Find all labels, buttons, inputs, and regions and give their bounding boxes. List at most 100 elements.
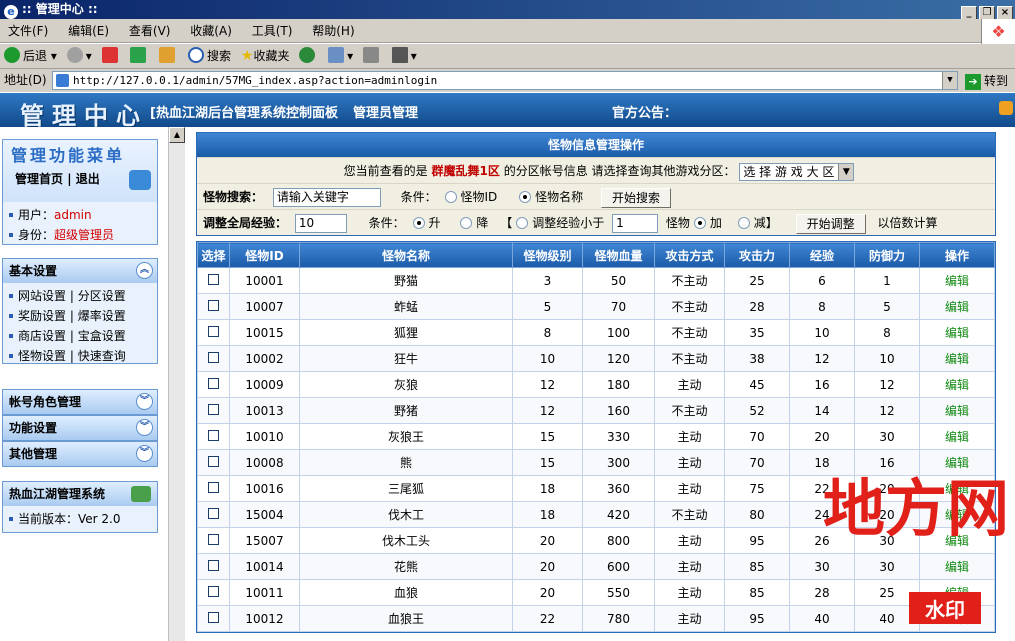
radio-less-than[interactable]	[516, 217, 529, 229]
menu-view[interactable]: 查看(V)	[121, 24, 179, 38]
watermark: 地方网 水印	[823, 472, 1009, 624]
admin-manage-link[interactable]: 管理员管理	[353, 102, 418, 121]
account-role-header[interactable]: 帐号角色管理 ︾	[3, 390, 157, 414]
edit-link[interactable]: 编辑	[945, 326, 969, 340]
cell-attack: 85	[724, 553, 790, 580]
chevron-down-icon[interactable]: ︾	[136, 419, 153, 436]
header-cube-icon	[999, 101, 1013, 115]
row-checkbox[interactable]	[208, 403, 219, 415]
edit-page-button[interactable]: ▾	[391, 44, 417, 69]
edit-link[interactable]: 编辑	[945, 300, 969, 314]
radio-sub-label: 减】	[753, 216, 778, 230]
basic-settings-header[interactable]: 基本设置 ︽	[3, 259, 157, 283]
menu-decor-icon	[129, 170, 151, 190]
row-checkbox[interactable]	[208, 273, 219, 285]
row-checkbox-cell	[197, 527, 230, 554]
less-input[interactable]: 1	[612, 214, 659, 233]
cell-monster-name: 伐木工头	[299, 527, 513, 554]
row-checkbox[interactable]	[208, 585, 219, 597]
row-checkbox[interactable]	[208, 455, 219, 467]
col-exp: 经验	[789, 242, 855, 268]
cell-monster-name: 血狼王	[299, 605, 513, 632]
radio-add[interactable]	[693, 217, 706, 229]
print-button[interactable]	[362, 44, 382, 69]
mail-button[interactable]: ▾	[328, 44, 353, 69]
watermark-stamp-text: 水印	[925, 598, 965, 622]
row-checkbox[interactable]	[208, 481, 219, 493]
address-dropdown-icon[interactable]: ▼	[942, 72, 957, 89]
refresh-button[interactable]	[130, 44, 149, 69]
other-manage-header[interactable]: 其他管理 ︾	[3, 442, 157, 466]
role-value: 超级管理员	[54, 228, 115, 242]
chevron-up-icon[interactable]: ︽	[136, 262, 153, 279]
row-checkbox[interactable]	[208, 351, 219, 363]
chevron-down-icon[interactable]: ︾	[136, 445, 153, 462]
radio-up[interactable]	[412, 217, 425, 229]
droprate-settings-link[interactable]: 爆率设置	[78, 309, 126, 323]
forward-button[interactable]: ▾	[66, 44, 92, 69]
stop-button[interactable]	[101, 44, 121, 69]
edit-link[interactable]: 编辑	[945, 378, 969, 392]
search-button[interactable]: 开始搜索	[600, 187, 671, 208]
menu-edit[interactable]: 编辑(E)	[60, 24, 117, 38]
menu-tools[interactable]: 工具(T)	[244, 24, 301, 38]
row-checkbox[interactable]	[208, 507, 219, 519]
go-button[interactable]: ➔ 转到	[965, 70, 1008, 93]
cell-monster-name: 灰狼王	[299, 423, 513, 450]
zone-select[interactable]: 选 择 游 戏 大 区 ▼	[739, 162, 855, 181]
zone-settings-link[interactable]: 分区设置	[78, 289, 126, 303]
edit-link[interactable]: 编辑	[945, 352, 969, 366]
reward-settings-link[interactable]: 奖励设置	[18, 309, 66, 323]
row-checkbox[interactable]	[208, 429, 219, 441]
logout-link[interactable]: 退出	[76, 172, 100, 186]
chevron-down-icon[interactable]: ︾	[136, 393, 153, 410]
row-checkbox-cell	[197, 319, 230, 346]
row-checkbox[interactable]	[208, 533, 219, 545]
adjust-input[interactable]: 10	[294, 214, 347, 233]
row-checkbox[interactable]	[208, 611, 219, 623]
radio-monster-name[interactable]	[519, 191, 532, 203]
back-button[interactable]: 后退 ▾	[4, 44, 57, 69]
site-settings-link[interactable]: 网站设置	[18, 289, 66, 303]
address-input[interactable]: http://127.0.0.1/admin/57MG_index.asp?ac…	[52, 71, 958, 90]
adjust-button[interactable]: 开始调整	[795, 213, 866, 234]
cell-attack: 70	[724, 449, 790, 476]
radio-down[interactable]	[460, 217, 473, 229]
monster-settings-link[interactable]: 怪物设置	[18, 349, 66, 363]
scroll-up-icon[interactable]: ▲	[169, 127, 185, 143]
favorites-button[interactable]: ★收藏夹	[241, 44, 290, 69]
search-input[interactable]: 请输入关键字	[272, 188, 381, 207]
menu-help[interactable]: 帮助(H)	[304, 24, 362, 38]
row-checkbox[interactable]	[208, 377, 219, 389]
cell-hp: 50	[582, 267, 655, 294]
quick-query-link[interactable]: 快速查询	[78, 349, 126, 363]
radio-monster-id[interactable]	[444, 191, 457, 203]
restore-button[interactable]: ❐	[979, 6, 995, 20]
function-settings-header[interactable]: 功能设置 ︾	[3, 416, 157, 440]
shop-settings-link[interactable]: 商店设置	[18, 329, 66, 343]
history-button[interactable]	[299, 44, 318, 69]
radio-sub[interactable]	[737, 217, 750, 229]
row-checkbox[interactable]	[208, 559, 219, 571]
sidebar-scrollbar[interactable]: ▲	[168, 127, 185, 641]
treasure-settings-link[interactable]: 宝盒设置	[78, 329, 126, 343]
windows-logo-icon: ❖	[981, 19, 1015, 44]
monster-panel: 怪物信息管理操作 您当前查看的是 群魔乱舞1区 的分区帐号信息 请选择查询其他游…	[196, 132, 996, 236]
close-button[interactable]: ×	[997, 6, 1013, 20]
edit-link[interactable]: 编辑	[945, 430, 969, 444]
edit-link[interactable]: 编辑	[945, 404, 969, 418]
search-button[interactable]: 搜索	[188, 44, 231, 69]
menu-favorites[interactable]: 收藏(A)	[182, 24, 240, 38]
cell-hp: 300	[582, 449, 655, 476]
menu-file[interactable]: 文件(F)	[0, 24, 56, 38]
row-checkbox[interactable]	[208, 325, 219, 337]
bracket-left: 【	[500, 216, 513, 230]
home-link[interactable]: 管理首页	[15, 172, 63, 186]
row-checkbox[interactable]	[208, 299, 219, 311]
home-button[interactable]	[159, 44, 178, 69]
monster-label: 怪物	[665, 216, 690, 230]
minimize-button[interactable]: _	[961, 6, 977, 20]
col-level: 怪物级别	[512, 242, 583, 268]
panel-title: 怪物信息管理操作	[197, 133, 995, 157]
edit-link[interactable]: 编辑	[945, 274, 969, 288]
